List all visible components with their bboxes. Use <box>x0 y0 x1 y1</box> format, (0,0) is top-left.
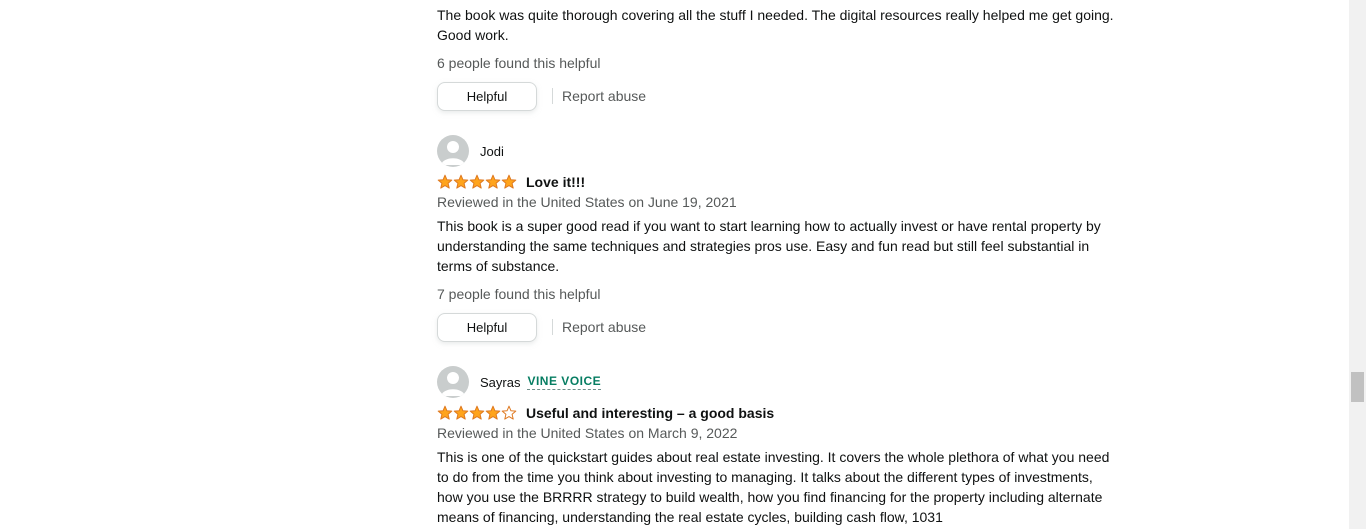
review-actions: Helpful Report abuse <box>437 312 1117 342</box>
reviewer-profile[interactable]: Sayras VINE VOICE <box>437 365 1117 399</box>
star-filled-icon <box>453 405 469 420</box>
review-item: The book was quite thorough covering all… <box>437 5 1117 111</box>
helpful-count: 6 people found this helpful <box>437 55 601 71</box>
star-filled-icon <box>437 174 453 189</box>
review-body: The book was quite thorough covering all… <box>437 7 1114 43</box>
reviews-page: The book was quite thorough covering all… <box>0 0 1366 529</box>
reviewer-profile[interactable]: Jodi <box>437 134 1117 168</box>
star-filled-icon <box>437 405 453 420</box>
report-abuse-link[interactable]: Report abuse <box>562 88 646 104</box>
star-filled-icon <box>453 174 469 189</box>
review-title-row: Useful and interesting – a good basis <box>437 403 1117 423</box>
action-divider <box>552 88 553 104</box>
star-empty-icon <box>501 405 517 420</box>
star-filled-icon <box>485 405 501 420</box>
reviewer-name: Sayras <box>480 374 521 390</box>
helpful-button[interactable]: Helpful <box>437 312 537 342</box>
scrollbar-thumb[interactable] <box>1351 372 1364 402</box>
helpful-button[interactable]: Helpful <box>437 81 537 111</box>
review-actions: Helpful Report abuse <box>437 81 1117 111</box>
report-abuse-link[interactable]: Report abuse <box>562 319 646 335</box>
star-filled-icon <box>501 174 517 189</box>
review-item: Sayras VINE VOICE Useful and interesting… <box>437 365 1117 527</box>
review-item: Jodi Love it!!! Reviewed in the United S… <box>437 134 1117 342</box>
star-filled-icon <box>469 174 485 189</box>
review-body: This book is a super good read if you wa… <box>437 218 1101 274</box>
review-title-row: Love it!!! <box>437 172 1117 192</box>
star-rating[interactable] <box>437 174 517 190</box>
vine-voice-badge[interactable]: VINE VOICE <box>527 374 602 390</box>
helpful-count: 7 people found this helpful <box>437 286 601 302</box>
review-date: Reviewed in the United States on June 19… <box>437 194 737 210</box>
review-title[interactable]: Love it!!! <box>526 174 585 190</box>
reviewer-name: Jodi <box>480 143 504 159</box>
action-divider <box>552 319 553 335</box>
review-date: Reviewed in the United States on March 9… <box>437 425 738 441</box>
avatar-icon <box>437 366 469 398</box>
vertical-scrollbar[interactable] <box>1349 0 1366 529</box>
star-rating[interactable] <box>437 405 517 421</box>
star-filled-icon <box>469 405 485 420</box>
avatar-icon <box>437 135 469 167</box>
review-body: This is one of the quickstart guides abo… <box>437 449 1110 525</box>
review-title[interactable]: Useful and interesting – a good basis <box>526 405 774 421</box>
star-filled-icon <box>485 174 501 189</box>
